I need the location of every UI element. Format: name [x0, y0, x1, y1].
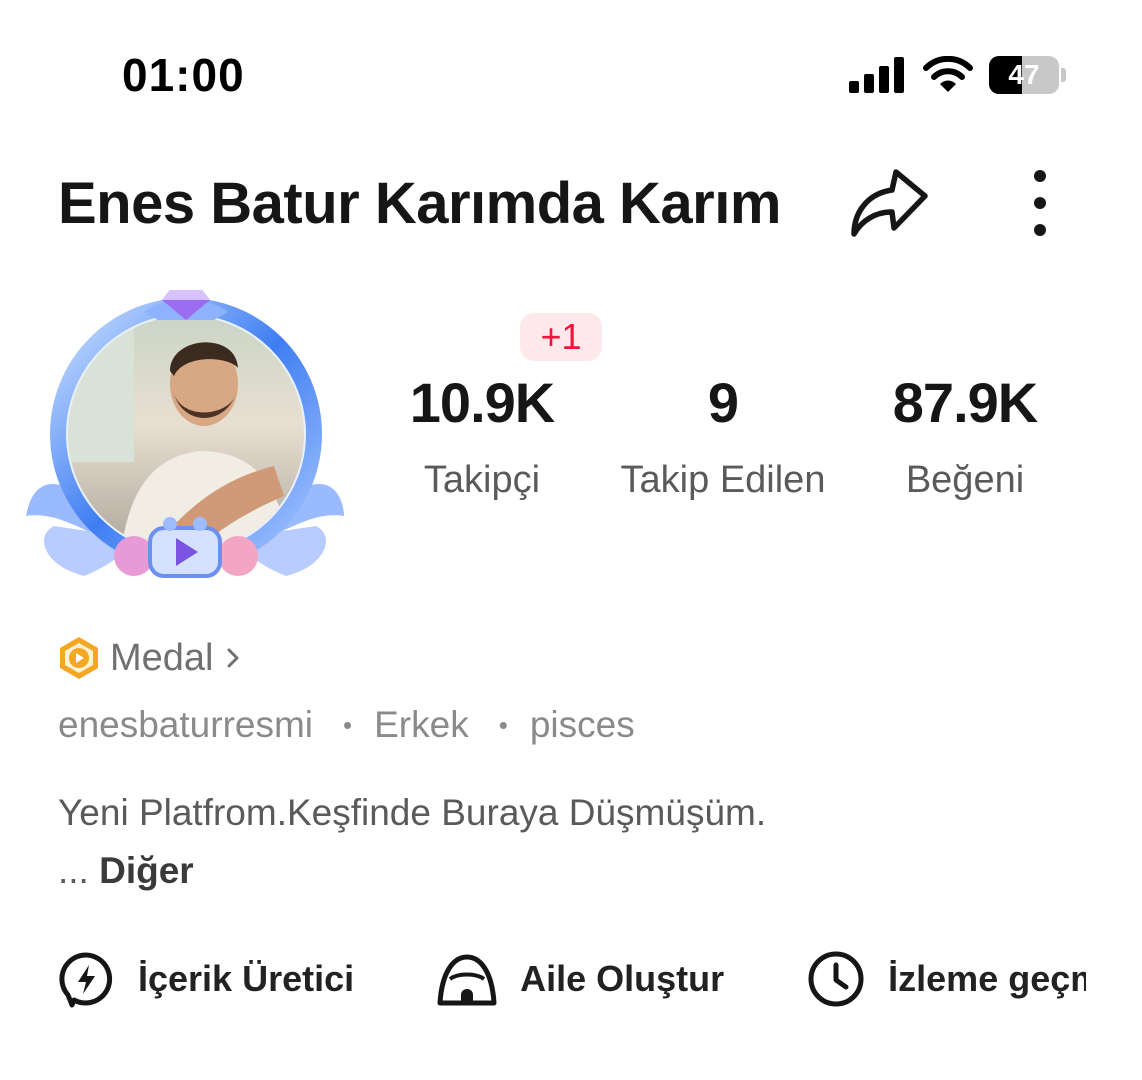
more-dot [1034, 170, 1046, 182]
stat-likes[interactable]: 87.9K Beğeni [845, 370, 1085, 502]
bio-ellipsis: ... [58, 850, 89, 891]
status-time: 01:00 [122, 49, 245, 101]
action-label: İzleme geçmişi [888, 958, 1086, 999]
separator-dot: • [498, 709, 508, 740]
stat-label: Beğeni [905, 459, 1025, 501]
action-row: İçerik Üretici Aile Oluştur İzleme geçmi… [56, 944, 1086, 1014]
stat-followers[interactable]: 10.9K Takipçi [362, 370, 602, 502]
medal-link[interactable]: Medal [58, 636, 242, 680]
battery-tip [1061, 68, 1066, 82]
action-label: İçerik Üretici [138, 958, 355, 999]
more-dot [1034, 197, 1046, 209]
stat-label: Takip Edilen [620, 459, 826, 501]
action-create-family[interactable]: Aile Oluştur [436, 951, 724, 1007]
share-button[interactable] [846, 164, 930, 240]
followers-delta-badge: +1 [520, 313, 602, 361]
stat-value: 10.9K [409, 371, 555, 434]
more-dot [1034, 224, 1046, 236]
action-label: Aile Oluştur [520, 958, 725, 999]
separator-dot: • [343, 709, 353, 740]
medal-icon [60, 637, 98, 679]
action-watch-history[interactable]: İzleme geçmişi [806, 949, 1086, 1009]
stat-value: 9 [707, 371, 739, 434]
zodiac: pisces [529, 704, 635, 745]
medal-label: Medal [110, 636, 214, 679]
action-content-creator[interactable]: İçerik Üretici [56, 949, 354, 1009]
cellular-signal-icon [849, 57, 904, 93]
username: enesbaturresmi [58, 704, 314, 745]
stat-label: Takipçi [423, 459, 541, 501]
lightning-icon [59, 952, 113, 1008]
battery-percent: 47 [1008, 59, 1040, 90]
clock-icon [808, 951, 864, 1007]
tent-icon [437, 954, 497, 1006]
battery-icon: 47 [989, 56, 1059, 94]
gender: Erkek [374, 704, 469, 745]
bio-more-link[interactable]: Diğer [99, 850, 194, 891]
bio: Yeni Platfrom.Keşfinde Buraya Düşmüşüm. … [58, 784, 766, 900]
profile-title: Enes Batur Karımda Karım [58, 171, 781, 236]
profile-meta: enesbaturresmi • Erkek • pisces [58, 704, 635, 746]
stat-value: 87.9K [892, 371, 1038, 434]
wifi-icon [923, 56, 973, 92]
bio-text: Yeni Platfrom.Keşfinde Buraya Düşmüşüm. [58, 792, 767, 833]
avatar-frame [26, 290, 344, 578]
share-arrow-icon [851, 169, 928, 237]
stat-following[interactable]: 9 Takip Edilen [603, 370, 843, 502]
avatar[interactable] [24, 276, 346, 598]
chevron-right-icon [227, 648, 238, 668]
more-options-button[interactable] [1018, 166, 1062, 240]
status-icons: 47 [849, 56, 1066, 94]
